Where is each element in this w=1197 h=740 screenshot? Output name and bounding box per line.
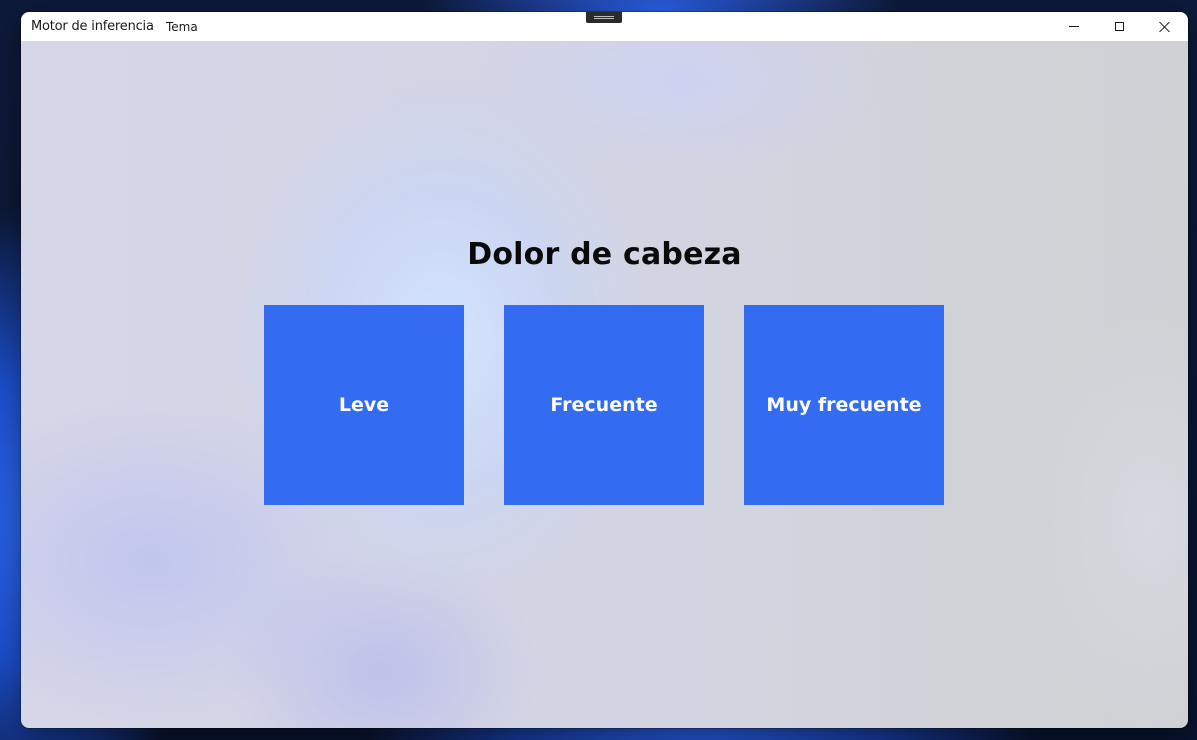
minimize-button[interactable] — [1051, 12, 1097, 41]
question-title: Dolor de cabeza — [467, 237, 742, 272]
maximize-button[interactable] — [1096, 12, 1142, 41]
option-leve-button[interactable]: Leve — [264, 305, 464, 505]
app-window: Motor de inferencia Tema Dolor de cabeza… — [21, 12, 1188, 728]
minimize-icon — [1069, 26, 1079, 27]
window-title: Motor de inferencia — [31, 19, 154, 34]
close-icon — [1159, 21, 1171, 33]
close-button[interactable] — [1142, 12, 1188, 41]
option-muy-frecuente-button[interactable]: Muy frecuente — [744, 305, 944, 505]
main-content: Dolor de cabeza Leve Frecuente Muy frecu… — [21, 41, 1188, 728]
option-frecuente-button[interactable]: Frecuente — [504, 305, 704, 505]
maximize-icon — [1114, 22, 1124, 31]
menu-item-tema[interactable]: Tema — [166, 20, 198, 34]
title-bar[interactable]: Motor de inferencia Tema — [21, 12, 1188, 41]
drag-handle-icon[interactable] — [586, 12, 622, 23]
